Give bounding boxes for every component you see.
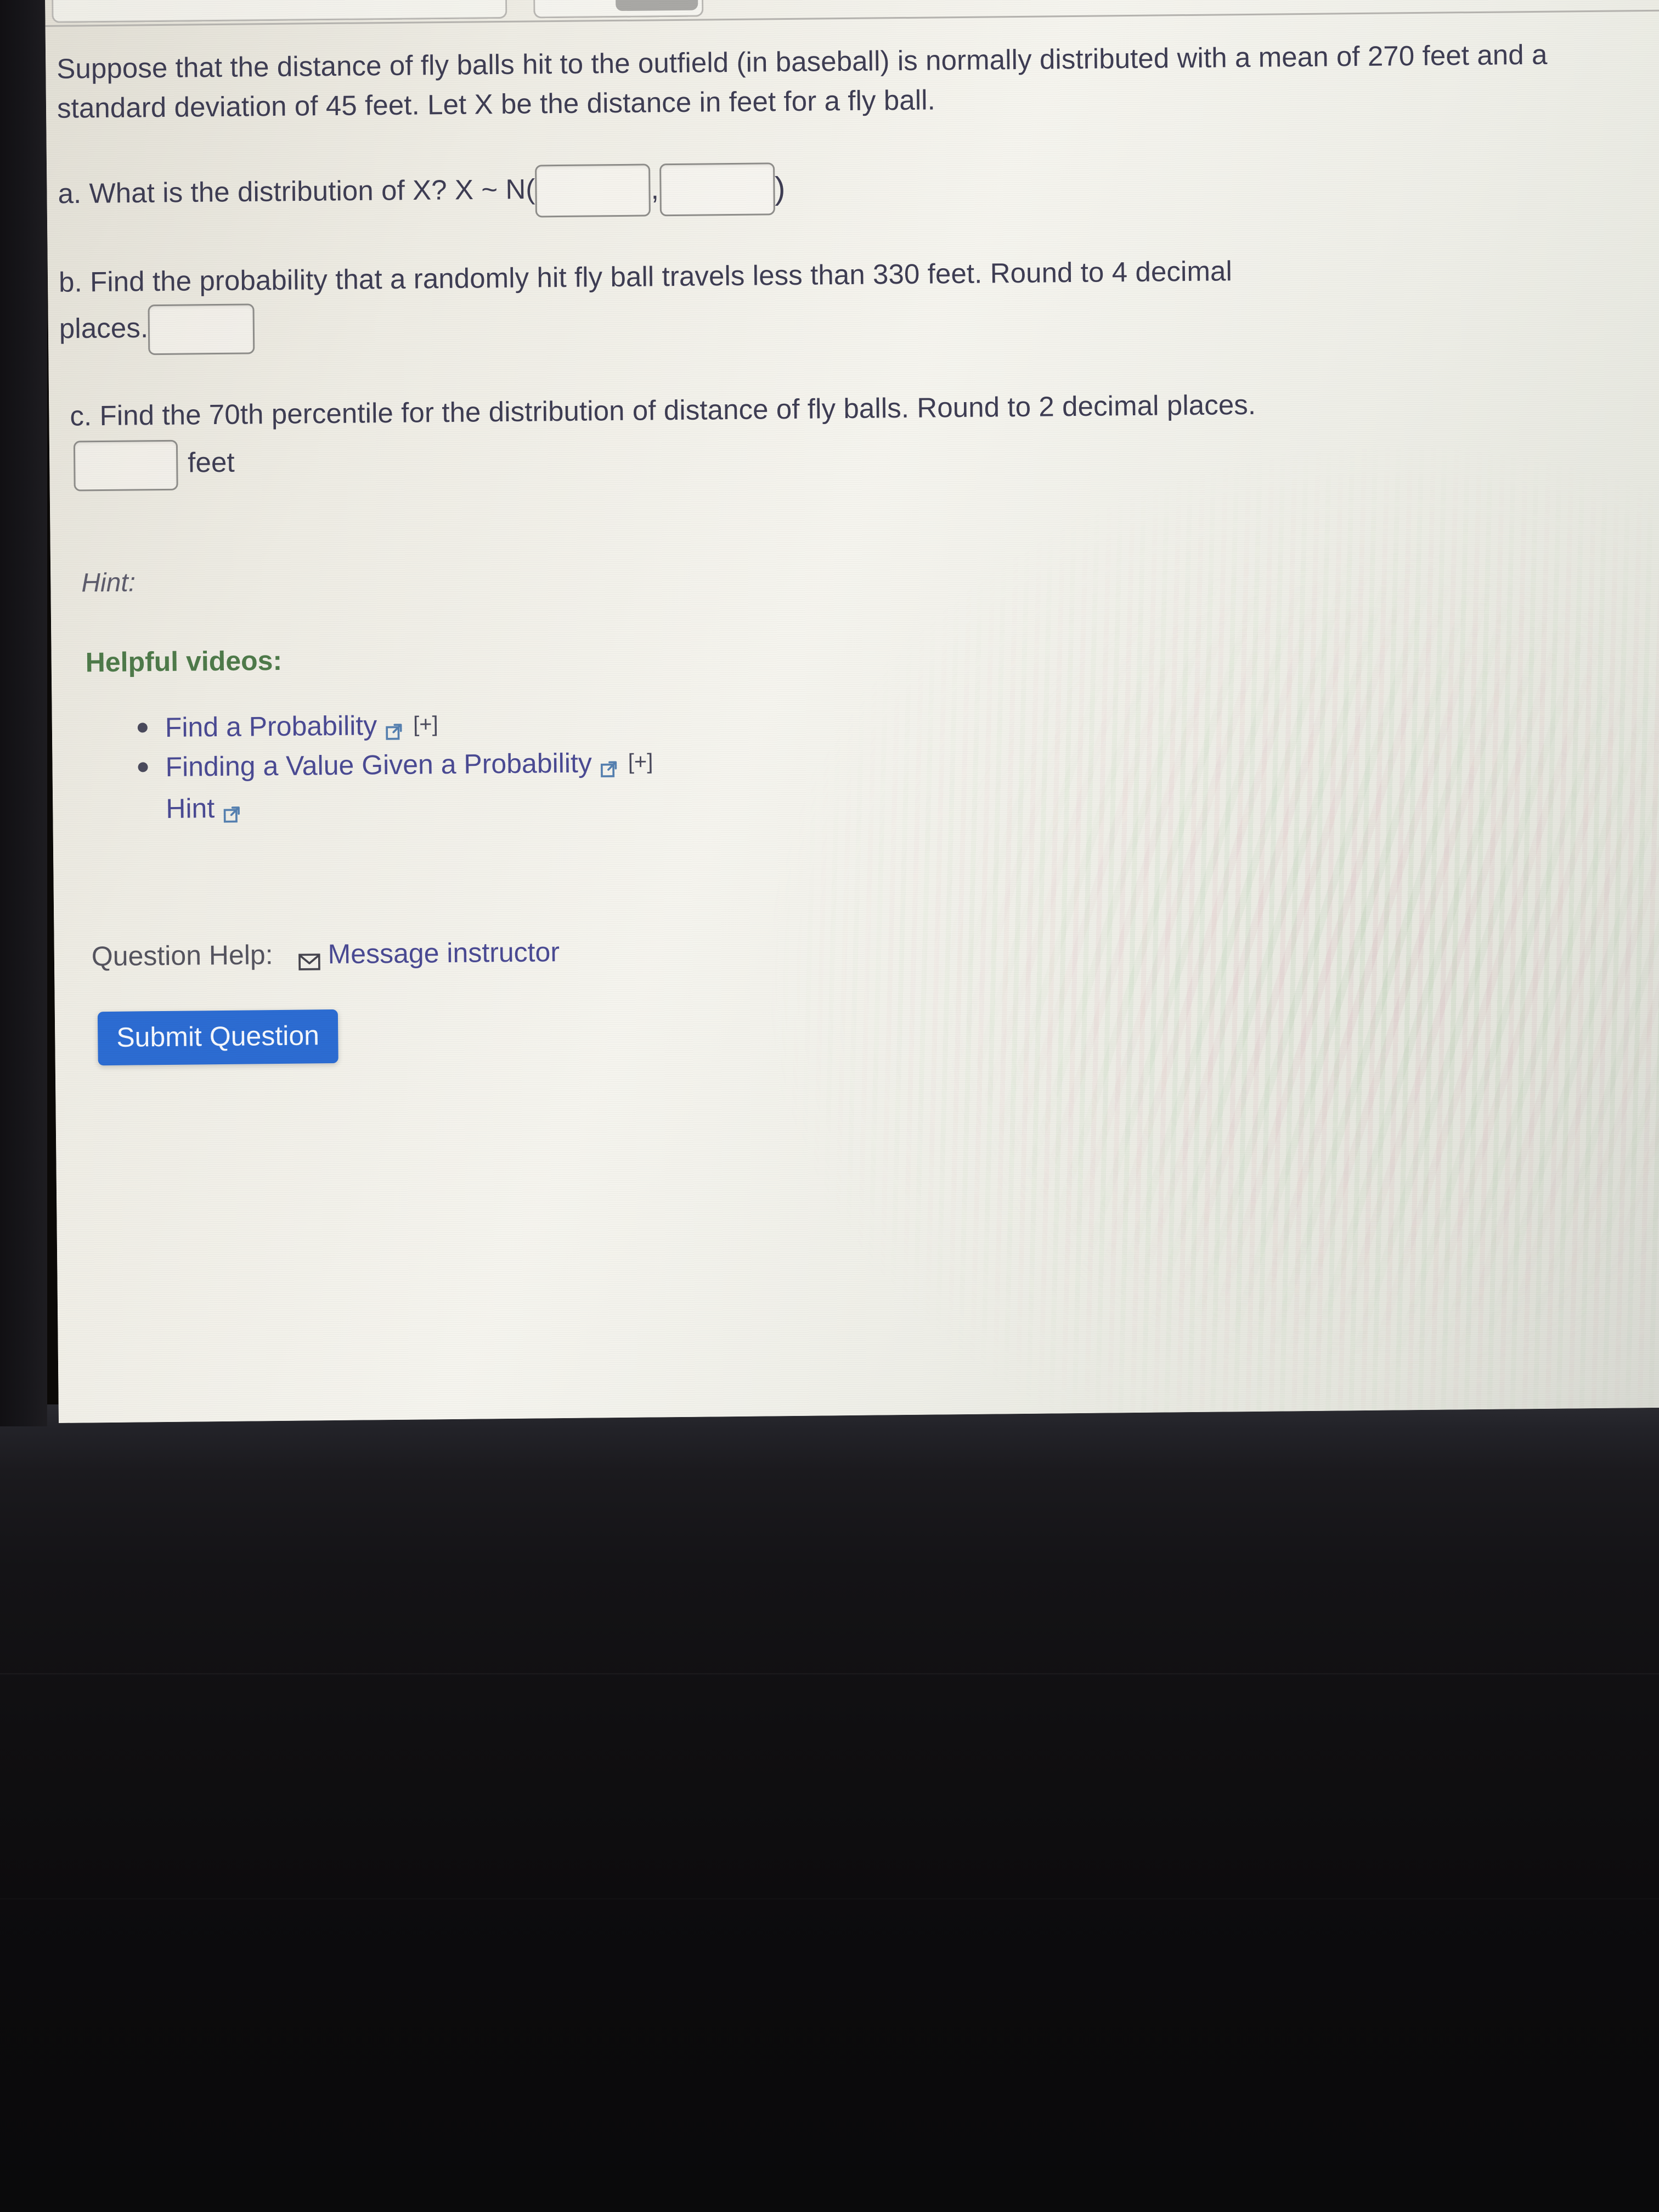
question-help-label: Question Help: [91,939,273,972]
external-link-icon[interactable] [385,715,403,740]
part-a-label: a. What is the distribution of X? X ~ N( [58,173,535,210]
part-b-line2: places. [59,312,149,345]
part-b-answer-input[interactable] [148,303,255,356]
laptop-deck [0,1404,1659,2212]
left-bezel [0,0,47,1426]
list-item: Finding a Value Given a Probability [+] [138,737,1635,783]
envelope-icon[interactable] [298,945,320,970]
helpful-videos-heading: Helpful videos: [85,645,283,678]
browser-tab-fragment[interactable] [51,0,507,23]
video-link-find-a-probability[interactable]: Find a Probability [165,709,377,743]
video-link-finding-a-value-given-a-probability[interactable]: Finding a Value Given a Probability [165,747,592,782]
submit-question-button[interactable]: Submit Question [97,1009,338,1065]
question-content: Suppose that the distance of fly balls h… [46,10,1659,1066]
browser-window: Suppose that the distance of fly balls h… [45,0,1659,1423]
question-part-c: c. Find the 70th percentile for the dist… [60,381,1633,492]
part-c-answer-row: feet [73,426,1633,492]
deck-seam-lower [0,1898,1659,1899]
laptop-screen-photo: Suppose that the distance of fly balls h… [0,0,1659,2212]
part-b-line2-row: places. [59,290,1632,356]
bullet-icon [137,722,148,733]
deck-seam [0,1673,1659,1674]
external-link-icon[interactable] [600,753,618,777]
hint-label: Hint: [81,568,136,598]
video-expander-1[interactable]: [+] [628,750,653,775]
part-c-unit-label: feet [187,446,235,478]
question-part-a: a. What is the distribution of X? X ~ N(… [58,154,1630,222]
part-c-answer-input[interactable] [73,439,178,492]
question-prompt: Suppose that the distance of fly balls h… [57,38,1548,125]
message-instructor-link[interactable]: Message instructor [328,936,560,970]
bullet-icon [138,761,148,772]
question-help-row: Question Help: Message instructor [92,926,1638,972]
external-link-icon[interactable] [222,798,241,823]
question-part-b: b. Find the probability that a randomly … [59,247,1632,356]
hint-link-row: Hint [166,778,1636,825]
toolbar-button-fragment[interactable] [615,0,698,12]
part-a-mean-input[interactable] [535,163,651,218]
video-expander-0[interactable]: [+] [413,712,438,737]
helpful-videos-list: Find a Probability [+] Finding a Value G… [137,697,1636,783]
list-item: Find a Probability [+] [137,697,1635,743]
hint-link[interactable]: Hint [166,792,215,825]
part-a-comma: , [651,173,659,206]
part-a-close-paren: ) [774,170,786,206]
part-a-sd-input[interactable] [659,162,775,217]
